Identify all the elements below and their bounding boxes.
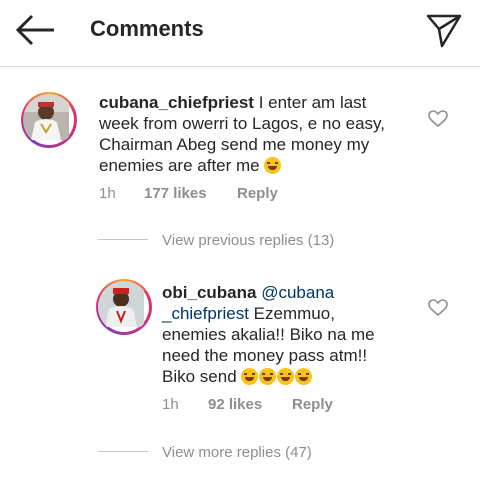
comment-time: 1h bbox=[99, 185, 116, 202]
profile-photo bbox=[98, 281, 144, 327]
reply-button[interactable]: Reply bbox=[292, 396, 333, 413]
page-title: Comments bbox=[90, 16, 204, 41]
face-with-tears-of-joy-icon bbox=[241, 368, 259, 385]
comment-line: Ezemmuo, bbox=[253, 304, 335, 323]
profile-photo bbox=[23, 94, 69, 140]
comment-line: enemies akalia!! Biko na me bbox=[162, 325, 375, 344]
rolling-on-floor-laughing-icon bbox=[295, 368, 313, 385]
header-divider bbox=[0, 66, 480, 67]
comment-meta: 1h 92 likes Reply bbox=[162, 396, 362, 416]
view-more-replies-link[interactable]: View more replies (47) bbox=[162, 444, 312, 461]
comment-line: Chairman Abeg send me money my bbox=[99, 135, 370, 154]
header-bar: Comments bbox=[0, 0, 480, 62]
reply-button[interactable]: Reply bbox=[237, 185, 278, 202]
comment-time: 1h bbox=[162, 396, 179, 413]
comment-username[interactable]: obi_cubana bbox=[162, 283, 256, 302]
replies-divider bbox=[98, 239, 148, 240]
likes-count[interactable]: 92 likes bbox=[208, 396, 262, 413]
comment-line: Biko send bbox=[162, 367, 237, 386]
view-previous-replies-link[interactable]: View previous replies (13) bbox=[162, 232, 334, 249]
back-arrow-icon[interactable] bbox=[14, 12, 56, 48]
comment-body: cubana_chiefpriest I enter am last week … bbox=[99, 92, 429, 176]
avatar[interactable] bbox=[21, 92, 77, 148]
rolling-on-floor-laughing-icon bbox=[277, 368, 295, 385]
like-heart-icon[interactable] bbox=[428, 110, 448, 128]
comment-meta: 1h 177 likes Reply bbox=[99, 185, 299, 205]
direct-send-icon[interactable] bbox=[424, 10, 464, 50]
comment-line: week from owerri to Lagos, e no easy, bbox=[99, 114, 385, 133]
replies-divider bbox=[98, 451, 148, 452]
mention-link[interactable]: @cubana bbox=[261, 283, 334, 302]
mention-link[interactable]: _chiefpriest bbox=[162, 304, 249, 323]
comment-line: enemies are after me bbox=[99, 156, 260, 175]
face-with-tears-of-joy-icon bbox=[264, 157, 282, 174]
comment-username[interactable]: cubana_chiefpriest bbox=[99, 93, 254, 112]
rolling-on-floor-laughing-icon bbox=[259, 368, 277, 385]
comment-line: I enter am last bbox=[258, 93, 367, 112]
comment-body: obi_cubana @cubana _chiefpriest Ezemmuo,… bbox=[162, 282, 422, 387]
likes-count[interactable]: 177 likes bbox=[144, 185, 207, 202]
comment-line: need the money pass atm!! bbox=[162, 346, 368, 365]
avatar[interactable] bbox=[96, 279, 152, 335]
like-heart-icon[interactable] bbox=[428, 299, 448, 317]
